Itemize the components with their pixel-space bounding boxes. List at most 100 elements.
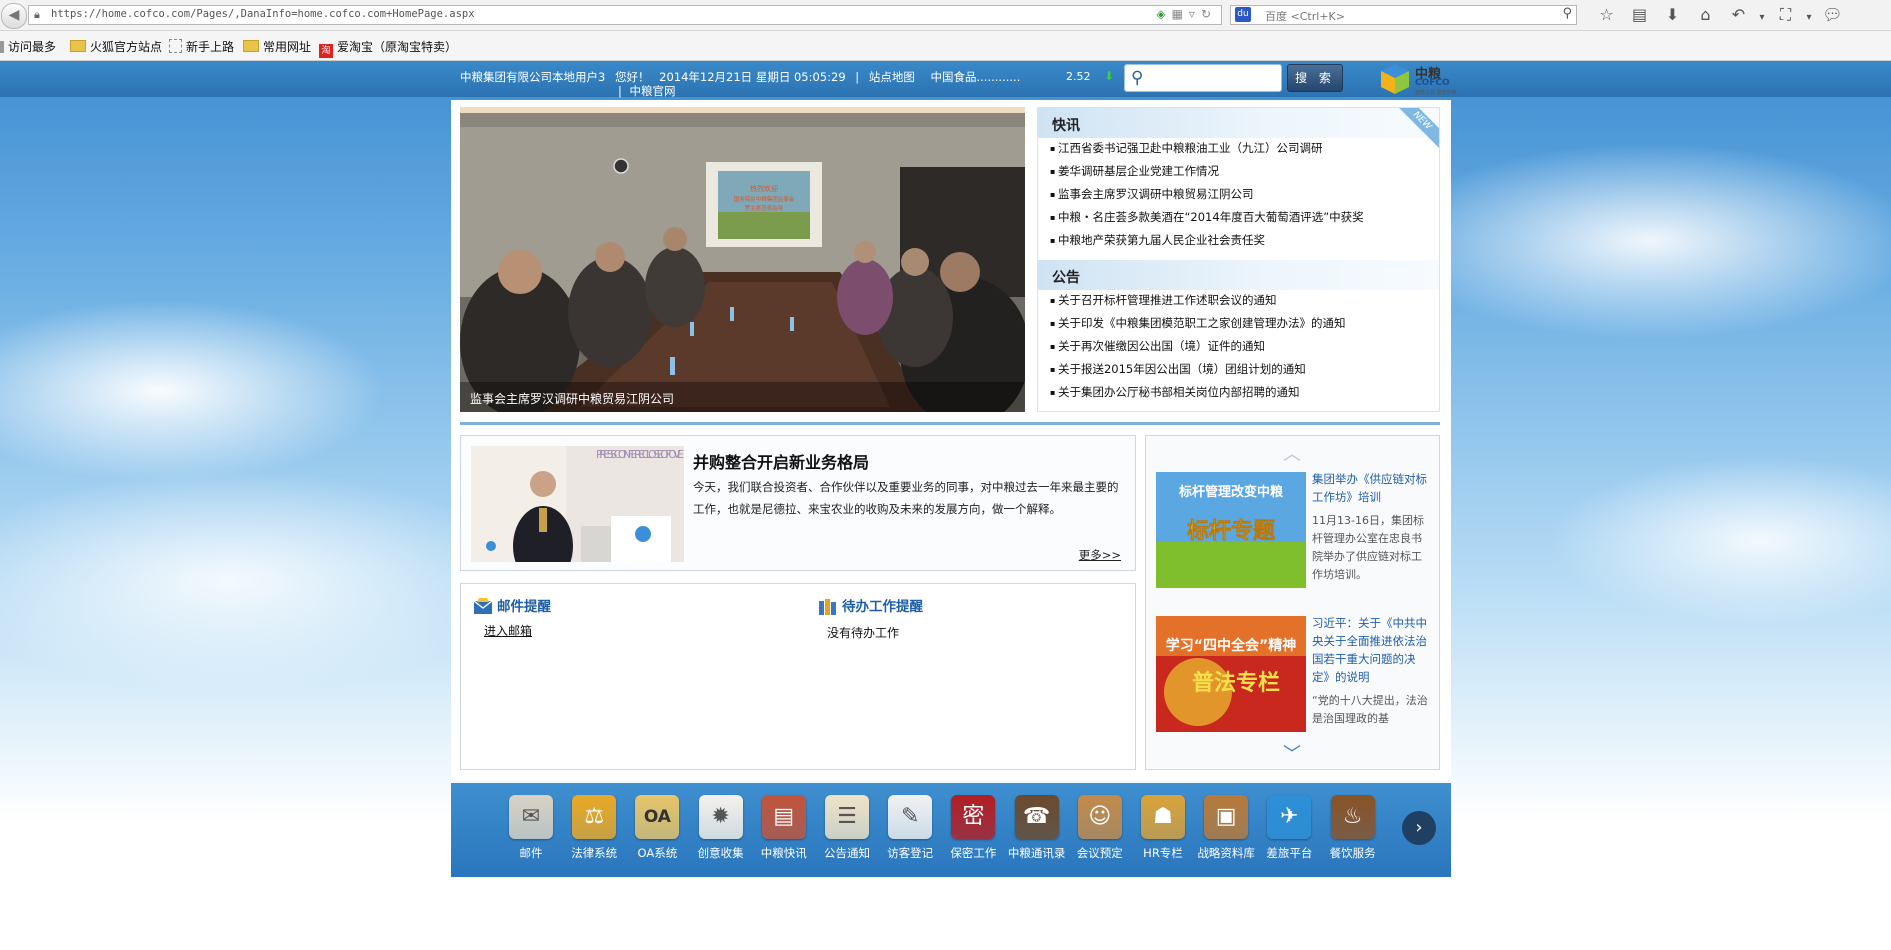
benchmark-topic-banner[interactable]: 标杆管理改变中粮 标杆专题	[1156, 472, 1306, 588]
app-seal[interactable]: 密保密工作	[944, 795, 1002, 861]
enter-mailbox-link[interactable]: 进入邮箱	[484, 622, 532, 639]
site-search-button[interactable]: 搜 索	[1287, 64, 1343, 92]
dropdown-icon[interactable]: ▿	[1189, 7, 1201, 21]
official-site-row: | 中粮官网	[618, 84, 676, 98]
flash-news-item[interactable]: 监事会主席罗汉调研中粮贸易江阴公司	[1050, 183, 1364, 206]
undo-icon[interactable]: ↶	[1722, 5, 1755, 25]
download-icon[interactable]: ⬇	[1656, 5, 1689, 25]
feature-story: PRESS CONFERE CLOSE OF OVE 并购整合开启新业务格局 今…	[460, 435, 1136, 571]
app-label: 差旅平台	[1266, 846, 1313, 860]
app-newspaper[interactable]: ▤ 中粮快讯	[755, 795, 813, 861]
bookmark-firefox-site[interactable]: 火狐官方站点	[70, 38, 162, 55]
qr-code-icon[interactable]: ▦	[1172, 7, 1189, 21]
search-icon[interactable]: ⚲	[1562, 6, 1572, 21]
feature-title[interactable]: 并购整合开启新业务格局	[693, 449, 869, 473]
lightbulb-icon: ✹	[698, 795, 743, 839]
app-label: 餐饮服务	[1329, 846, 1376, 860]
chevron-down-icon[interactable]: ﹀	[1282, 740, 1302, 765]
notice-item[interactable]: 关于再次催缴因公出国（境）证件的通知	[1050, 335, 1345, 358]
header-info: 中粮集团有限公司本地用户3 您好！ 2014年12月21日 星期日 05:05:…	[460, 70, 1021, 84]
screen-line-1: 热烈欢迎	[750, 184, 778, 193]
site-map-link[interactable]: 站点地图	[869, 70, 915, 84]
meeting-icon: ☺	[1077, 795, 1122, 839]
feature-photo[interactable]: PRESS CONFERE CLOSE OF OVE	[471, 446, 684, 562]
search-icon: ⚲	[1131, 68, 1144, 88]
topic-description: “党的十八大提出，法治是治国理政的基	[1312, 694, 1428, 725]
url-bar[interactable]: 🔒︎ https://home.cofco.com/Pages/,DanaInf…	[28, 5, 1222, 25]
logo-text-en: COFCO	[1415, 78, 1450, 88]
bookmarks-menu-icon[interactable]: ▤	[1623, 5, 1656, 25]
newspaper-icon: ▤	[761, 795, 806, 839]
photo-slideshow[interactable]: 热烈欢迎 国务院驻中粮集团监事会 罗主席莅临指导 监事会主席罗汉调研中粮贸易江阴…	[460, 107, 1025, 412]
topic-title[interactable]: 集团举办《供应链对标工作坊》培训	[1312, 470, 1430, 506]
flash-news-title: 快讯	[1052, 118, 1080, 134]
site-header: 中粮集团有限公司本地用户3 您好！ 2014年12月21日 星期日 05:05:…	[0, 61, 1891, 98]
flash-news-item[interactable]: 姜华调研基层企业党建工作情况	[1050, 160, 1364, 183]
app-notepad[interactable]: ☰ 公告通知	[818, 795, 876, 861]
topic-description: 11月13-16日，集团标杆管理办公室在忠良书院举办了供应链对标工作坊培训。	[1312, 514, 1424, 581]
home-icon[interactable]: ⌂	[1689, 5, 1722, 25]
browser-toolbar: ◀ 🔒︎ https://home.cofco.com/Pages/,DanaI…	[0, 0, 1891, 31]
app-meeting[interactable]: ☺ 会议预定	[1071, 795, 1129, 861]
briefcase-icon: ▣	[1204, 795, 1249, 839]
crop-icon[interactable]: ⛶	[1769, 5, 1802, 25]
taobao-icon: 淘	[319, 44, 333, 58]
law-topic-banner[interactable]: 学习“四中全会”精神 普法专栏	[1156, 616, 1306, 732]
bookmark-aitaobao[interactable]: 淘爱淘宝（原淘宝特卖）	[319, 38, 457, 58]
datetime: 2014年12月21日 星期日 05:05:29	[659, 70, 846, 84]
notice-item[interactable]: 关于集团办公厅秘书部相关岗位内部招聘的通知	[1050, 381, 1345, 404]
official-site-link[interactable]: 中粮官网	[630, 84, 676, 98]
app-lightbulb[interactable]: ✹ 创意收集	[692, 795, 750, 861]
banner-line-2: 标杆专题	[1187, 518, 1276, 544]
scales-icon: ⚖	[572, 795, 617, 839]
mail-icon: ✉	[509, 795, 553, 839]
flash-news-list: 江西省委书记强卫赴中粮粮油工业（九江）公司调研 姜华调研基层企业党建工作情况 监…	[1050, 137, 1364, 252]
visitor-icon: ✎	[888, 795, 933, 839]
banner-line-2: 普法专栏	[1192, 670, 1280, 696]
app-scales[interactable]: ⚖ 法律系统	[565, 795, 623, 861]
bookmark-most-visited[interactable]: 访问最多	[0, 38, 56, 55]
topic-carousel: ︿ 标杆管理改变中粮 标杆专题 集团举办《供应链对标工作坊》培训 11月13-1…	[1145, 435, 1440, 770]
chat-icon[interactable]: 💬︎	[1816, 5, 1849, 25]
shield-icon[interactable]: ◈	[1156, 7, 1171, 21]
site-search-box[interactable]: ⚲	[1124, 64, 1282, 92]
cofco-logo[interactable]: 中粮 COFCO 自然之源 重塑你我	[1378, 62, 1457, 96]
baidu-paw-icon[interactable]: du	[1235, 7, 1251, 22]
topic-title[interactable]: 习近平：关于《中共中央关于全面推进依法治国若干重大问题的决定》的说明	[1312, 614, 1430, 686]
browser-search-bar[interactable]: du 百度 <Ctrl+K> ⚲	[1230, 5, 1577, 25]
notice-item[interactable]: 关于报送2015年因公出国（境）团组计划的通知	[1050, 358, 1345, 381]
app-visitor[interactable]: ✎ 访客登记	[881, 795, 939, 861]
app-addressbook[interactable]: ☎ 中粮通讯录	[1008, 795, 1066, 861]
next-arrow-icon[interactable]: ›	[1402, 811, 1436, 845]
flash-news-header: 快讯 NEW	[1038, 108, 1439, 153]
bookmark-star-icon[interactable]: ☆	[1590, 5, 1623, 25]
bookmark-getting-started[interactable]: 新手上路	[169, 38, 234, 55]
app-airplane[interactable]: ✈ 差旅平台	[1260, 795, 1318, 861]
chevron-down-icon[interactable]: ▾	[1802, 8, 1816, 28]
notice-item[interactable]: 关于印发《中粮集团模范职工之家创建管理办法》的通知	[1050, 312, 1346, 335]
back-arrow-icon: ◀	[8, 7, 20, 23]
app-briefcase[interactable]: ▣ 战略资料库	[1197, 795, 1255, 861]
app-mail[interactable]: ✉ 邮件	[502, 795, 560, 861]
app-oa[interactable]: OA OA系统	[628, 795, 686, 861]
more-link[interactable]: 更多>>	[1079, 547, 1121, 563]
greeting: 您好！	[614, 70, 650, 84]
app-label: 创意收集	[697, 846, 744, 860]
app-label: 中粮通讯录	[1007, 846, 1066, 860]
site-search-input[interactable]	[1153, 69, 1281, 89]
url-text: https://home.cofco.com/Pages/,DanaInfo=h…	[51, 8, 475, 20]
flash-news-item[interactable]: 中粮地产荣获第九届人民企业社会责任奖	[1050, 229, 1364, 252]
bookmark-common-sites[interactable]: 常用网址	[243, 38, 311, 55]
flash-news-item[interactable]: 中粮・名庄荟多款美酒在“2014年度百大葡萄酒评选”中获奖	[1050, 206, 1364, 229]
back-button[interactable]: ◀	[1, 3, 27, 29]
app-hr[interactable]: ☗ HR专栏	[1134, 795, 1192, 861]
flash-news-item[interactable]: 江西省委书记强卫赴中粮粮油工业（九江）公司调研	[1050, 137, 1364, 160]
reload-icon[interactable]: ↻	[1201, 7, 1217, 21]
slide-caption[interactable]: 监事会主席罗汉调研中粮贸易江阴公司	[470, 390, 674, 407]
chevron-up-icon[interactable]: ︿	[1282, 440, 1302, 465]
addressbook-icon: ☎	[1014, 795, 1059, 839]
notice-item[interactable]: 关于召开标杆管理推进工作述职会议的通知	[1050, 289, 1345, 312]
app-restaurant[interactable]: ♨ 餐饮服务	[1324, 795, 1382, 861]
app-label: OA系统	[637, 846, 678, 860]
chevron-down-icon[interactable]: ▾	[1755, 8, 1769, 28]
